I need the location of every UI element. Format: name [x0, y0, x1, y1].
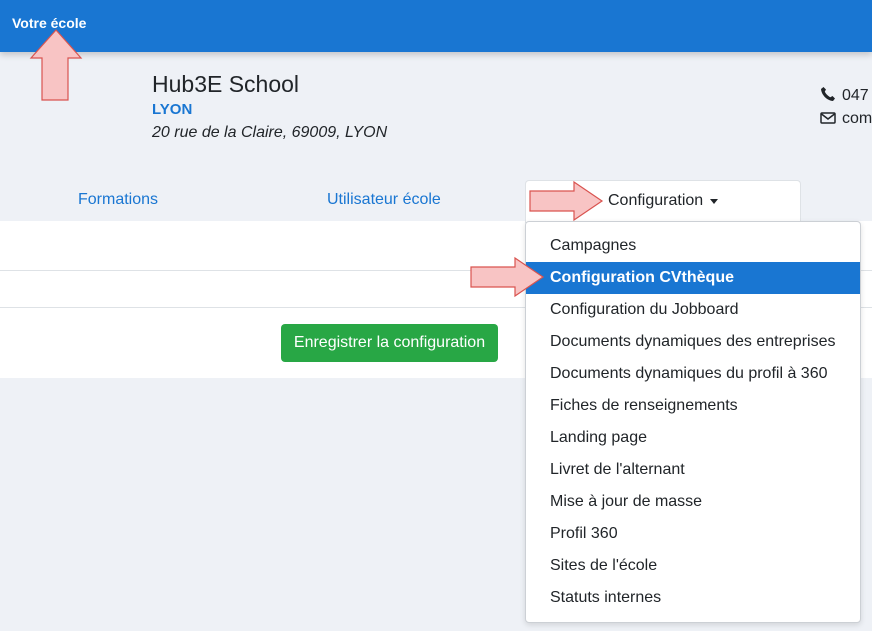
phone-icon	[821, 87, 835, 101]
dropdown-item-configuration-jobboard[interactable]: Configuration du Jobboard	[526, 294, 860, 326]
top-navbar: Votre école	[0, 0, 872, 52]
dropdown-item-landing-page[interactable]: Landing page	[526, 422, 860, 454]
school-address: 20 rue de la Claire, 69009, LYON	[152, 124, 388, 141]
dropdown-item-documents-profil-360[interactable]: Documents dynamiques du profil à 360	[526, 358, 860, 390]
envelope-icon	[820, 112, 836, 124]
phone-value: 047	[842, 87, 869, 104]
annotation-arrow-right-icon	[529, 180, 604, 222]
dropdown-item-documents-entreprises[interactable]: Documents dynamiques des entreprises	[526, 326, 860, 358]
tab-configuration-label: Configuration	[608, 192, 704, 209]
save-configuration-button[interactable]: Enregistrer la configuration	[281, 324, 498, 362]
contact-phone: 047	[820, 86, 869, 105]
dropdown-item-campagnes[interactable]: Campagnes	[526, 230, 860, 262]
dropdown-item-statuts-internes[interactable]: Statuts internes	[526, 582, 860, 614]
dropdown-item-configuration-cvtheque[interactable]: Configuration CVthèque	[526, 262, 860, 294]
email-value: com	[842, 110, 872, 127]
tab-formations[interactable]: Formations	[78, 191, 158, 209]
dropdown-item-livret-alternant[interactable]: Livret de l'alternant	[526, 454, 860, 486]
tab-utilisateur-ecole[interactable]: Utilisateur école	[327, 191, 441, 209]
dropdown-item-profil-360[interactable]: Profil 360	[526, 518, 860, 550]
annotation-arrow-right-icon	[470, 256, 545, 298]
annotation-arrow-up-icon	[29, 29, 83, 101]
contact-email: com	[820, 110, 872, 128]
dropdown-item-sites-ecole[interactable]: Sites de l'école	[526, 550, 860, 582]
caret-down-icon	[710, 199, 718, 204]
school-city: LYON	[152, 101, 193, 118]
dropdown-item-mise-a-jour-masse[interactable]: Mise à jour de masse	[526, 486, 860, 518]
configuration-dropdown-menu: Campagnes Configuration CVthèque Configu…	[525, 221, 861, 623]
dropdown-item-fiches-renseignements[interactable]: Fiches de renseignements	[526, 390, 860, 422]
school-name: Hub3E School	[152, 71, 300, 97]
